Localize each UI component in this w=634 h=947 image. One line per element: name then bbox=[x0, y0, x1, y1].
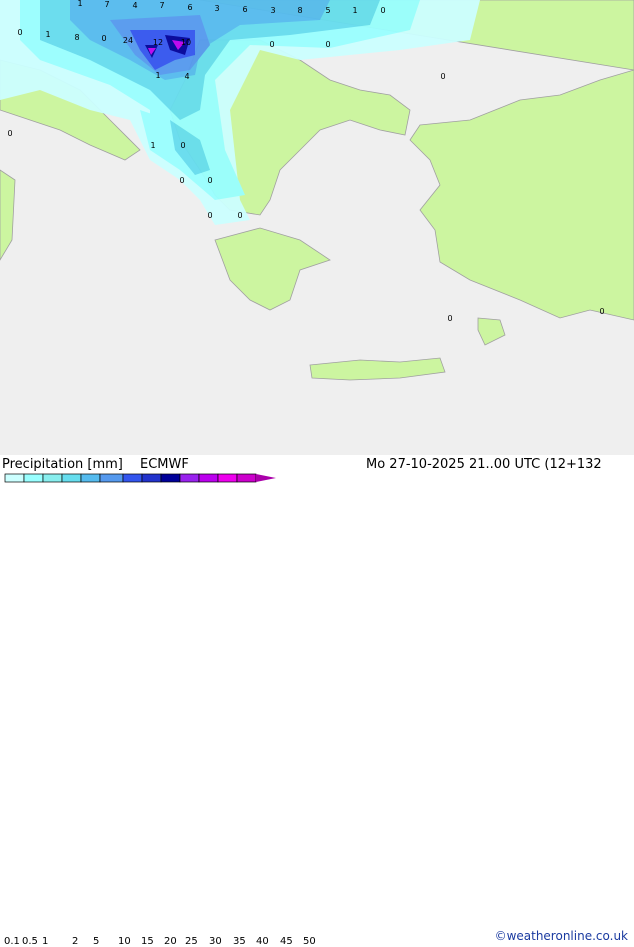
precip-value-label: 0 bbox=[207, 211, 212, 220]
precip-value-label: 0 bbox=[7, 129, 12, 138]
precip-value-label: 12 bbox=[153, 38, 163, 47]
legend-tick: 30 bbox=[209, 936, 222, 947]
legend-tick: 35 bbox=[233, 936, 246, 947]
precip-value-label: 1 bbox=[150, 141, 155, 150]
legend-swatch bbox=[179, 473, 200, 483]
legend-swatch bbox=[99, 473, 124, 483]
precip-value-label: 3 bbox=[214, 4, 219, 13]
legend-swatch bbox=[198, 473, 219, 483]
precip-value-label: 1 bbox=[45, 30, 50, 39]
precip-value-label: 4 bbox=[184, 72, 189, 81]
legend-swatch bbox=[61, 473, 82, 483]
legend-swatch bbox=[236, 473, 257, 483]
legend-swatch bbox=[160, 473, 181, 483]
legend-overflow-arrow bbox=[256, 474, 276, 482]
precip-value-label: 6 bbox=[187, 3, 192, 12]
precip-value-label: 0 bbox=[325, 40, 330, 49]
legend-swatch bbox=[4, 473, 25, 483]
precip-value-label: 1 bbox=[77, 0, 82, 8]
precip-value-label: 8 bbox=[74, 33, 79, 42]
precip-value-label: 0 bbox=[207, 176, 212, 185]
precip-value-label: 0 bbox=[599, 307, 604, 316]
legend-swatch bbox=[23, 473, 44, 483]
valid-datetime: Mo 27-10-2025 21..00 UTC (12+132 bbox=[366, 457, 602, 472]
legend-tick: 5 bbox=[93, 936, 100, 947]
legend-title: Precipitation [mm] bbox=[2, 457, 123, 472]
precip-value-label: 1 bbox=[155, 71, 160, 80]
precip-value-label: 0 bbox=[179, 176, 184, 185]
precip-value-label: 0 bbox=[237, 211, 242, 220]
precip-value-label: 7 bbox=[104, 0, 109, 9]
legend-swatch bbox=[42, 473, 63, 483]
precip-value-label: 0 bbox=[101, 34, 106, 43]
legend-tick: 0.5 bbox=[22, 936, 38, 947]
color-scale bbox=[4, 473, 276, 483]
legend-tick: 50 bbox=[303, 936, 316, 947]
legend-swatch bbox=[141, 473, 162, 483]
precip-value-label: 10 bbox=[181, 38, 191, 47]
legend-tick: 2 bbox=[72, 936, 79, 947]
precipitation-map: 1 7 4 7 6 3 6 3 8 5 1 00 1 8 0 24 12 10 0 01 4 001 00 00 000 bbox=[0, 0, 634, 455]
legend-tick: 20 bbox=[164, 936, 177, 947]
precip-value-label: 0 bbox=[440, 72, 445, 81]
legend-tick: 25 bbox=[185, 936, 198, 947]
legend: Precipitation [mm] ECMWF Mo 27-10-2025 2… bbox=[0, 455, 634, 947]
precip-value-label: 4 bbox=[132, 1, 137, 10]
legend-swatch bbox=[217, 473, 238, 483]
legend-swatch bbox=[80, 473, 101, 483]
precip-value-label: 24 bbox=[123, 36, 133, 45]
precip-value-label: 0 bbox=[447, 314, 452, 323]
precip-value-label: 0 bbox=[380, 6, 385, 15]
precip-value-label: 3 bbox=[270, 6, 275, 15]
precip-value-label: 0 bbox=[17, 28, 22, 37]
precip-value-label: 7 bbox=[159, 1, 164, 10]
legend-tick: 10 bbox=[118, 936, 131, 947]
precip-value-label: 0 bbox=[180, 141, 185, 150]
legend-tick: 45 bbox=[280, 936, 293, 947]
model-name: ECMWF bbox=[140, 457, 189, 472]
precip-value-label: 0 bbox=[269, 40, 274, 49]
legend-swatch bbox=[122, 473, 143, 483]
legend-tick: 1 bbox=[42, 936, 49, 947]
precip-value-label: 5 bbox=[325, 6, 330, 15]
legend-tick: 15 bbox=[141, 936, 154, 947]
copyright-link[interactable]: ©weatheronline.co.uk bbox=[495, 929, 628, 943]
legend-tick: 40 bbox=[256, 936, 269, 947]
precip-value-label: 8 bbox=[297, 6, 302, 15]
precip-value-label: 1 bbox=[352, 6, 357, 15]
legend-tick: 0.1 bbox=[4, 936, 20, 947]
precip-value-label: 6 bbox=[242, 5, 247, 14]
